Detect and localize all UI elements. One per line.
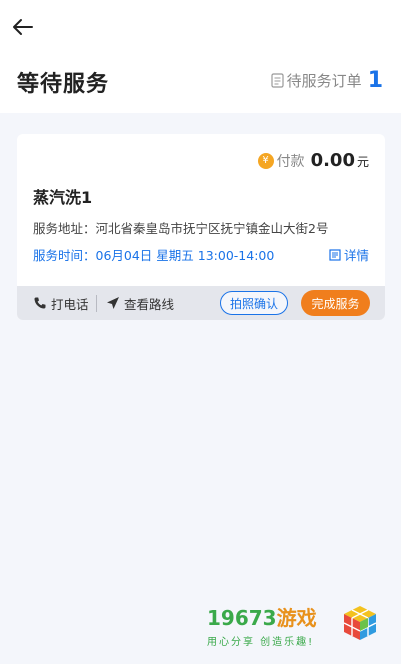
payment-unit: 元 xyxy=(356,155,369,169)
navigation-icon xyxy=(107,297,119,309)
details-icon xyxy=(329,248,341,261)
watermark-game: 游戏 xyxy=(276,606,317,630)
call-button[interactable]: 打电话 xyxy=(33,286,89,320)
payment-info: ¥ 付款 0.00 元 xyxy=(257,150,369,171)
page-title: 等待服务 xyxy=(17,72,110,97)
payment-label: 付款 xyxy=(276,154,305,170)
payment-amount: 0.00 xyxy=(310,150,355,171)
watermark: 19673游戏 用心分享 创造乐趣! xyxy=(207,602,317,648)
phone-icon xyxy=(34,297,46,309)
service-time: 服务时间：06月04日 星期五 13:00-14:00 xyxy=(33,248,275,263)
watermark-title: 19673游戏 xyxy=(207,602,317,631)
details-label: 详情 xyxy=(343,248,369,263)
pending-order-number: 1 xyxy=(367,67,383,93)
order-card[interactable]: ¥ 付款 0.00 元 蒸汽洗1 服务地址：河北省秦皇岛市抚宁区抚宁镇金山大街2… xyxy=(17,134,385,320)
action-bar: 打电话 查看路线 拍照确认 完成服务 xyxy=(17,286,385,320)
document-icon xyxy=(271,73,284,88)
watermark-number: 19673 xyxy=(207,606,277,630)
action-divider xyxy=(96,295,97,312)
details-link[interactable]: 详情 xyxy=(329,245,369,264)
coin-icon: ¥ xyxy=(257,152,274,169)
route-label: 查看路线 xyxy=(124,296,175,312)
finish-service-button[interactable]: 完成服务 xyxy=(301,290,370,316)
pending-order-count: 待服务订单 1 xyxy=(271,67,383,93)
pending-order-label: 待服务订单 xyxy=(286,72,362,90)
service-address: 服务地址：河北省秦皇岛市抚宁区抚宁镇金山大街2号 xyxy=(33,221,329,236)
photo-confirm-button[interactable]: 拍照确认 xyxy=(220,291,288,315)
service-name: 蒸汽洗1 xyxy=(33,188,93,207)
call-label: 打电话 xyxy=(51,296,89,312)
watermark-slogan: 用心分享 创造乐趣! xyxy=(207,637,315,648)
route-button[interactable]: 查看路线 xyxy=(106,286,174,320)
top-bar: 等待服务 待服务订单 1 xyxy=(0,0,401,113)
back-arrow-icon[interactable] xyxy=(10,14,36,40)
watermark-cube-logo xyxy=(343,606,377,640)
